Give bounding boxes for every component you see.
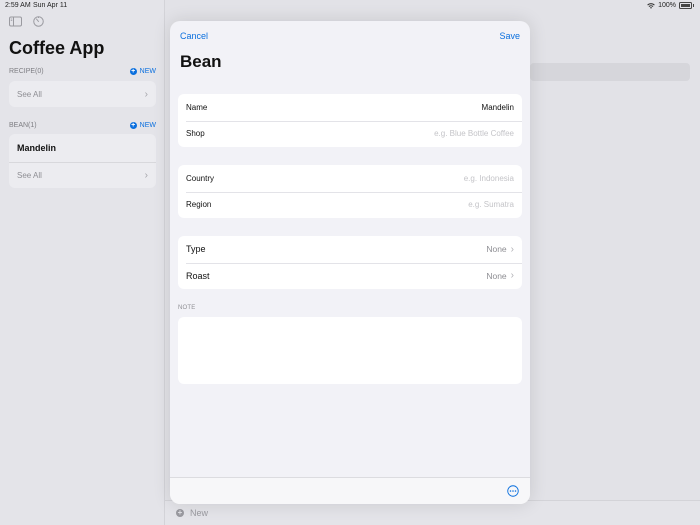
save-button[interactable]: Save	[499, 31, 520, 41]
status-time: 2:59 AM	[5, 2, 31, 9]
page-title: Bean	[180, 52, 222, 71]
sheet-toolbar	[170, 477, 530, 504]
sidebar-toggle-icon[interactable]	[9, 16, 22, 27]
recipe-see-all-label: See All	[17, 89, 42, 99]
region-row[interactable]: Region e.g. Sumatra	[178, 191, 522, 219]
note-textarea[interactable]	[178, 317, 522, 384]
timer-icon[interactable]	[32, 16, 45, 27]
battery-tip	[693, 4, 694, 7]
battery-percent: 100%	[658, 2, 676, 9]
recipe-section-title: RECIPE(0)	[9, 68, 44, 75]
region-label: Region	[186, 200, 212, 210]
country-label: Country	[186, 173, 215, 183]
new-bean-button[interactable]: + NEW	[129, 122, 156, 129]
bean-see-all-label: See All	[17, 171, 42, 180]
plus-circle-icon[interactable]: +	[176, 509, 184, 517]
region-field[interactable]: e.g. Sumatra	[468, 200, 514, 209]
sidebar-toolbar	[9, 16, 45, 27]
status-right: 100%	[647, 2, 694, 9]
name-field[interactable]: Mandelin	[482, 103, 514, 112]
shop-field[interactable]: e.g. Blue Bottle Coffee	[434, 129, 514, 138]
roast-row[interactable]: Roast None ›	[178, 262, 522, 290]
status-bar: 2:59 AM Sun Apr 11 100%	[0, 0, 700, 12]
chevron-right-icon: ›	[510, 270, 514, 282]
plus-circle-icon: +	[129, 68, 137, 75]
name-row[interactable]: Name Mandelin	[178, 94, 522, 121]
cancel-button[interactable]: Cancel	[180, 31, 208, 41]
bean-see-all[interactable]: See All ›	[9, 162, 156, 188]
app-title: Coffee App	[9, 38, 105, 58]
roast-value: None	[486, 270, 507, 281]
roast-label: Roast	[186, 270, 210, 281]
type-picker[interactable]: None ›	[486, 244, 514, 255]
detail-search-bar	[530, 63, 690, 81]
type-row[interactable]: Type None ›	[178, 236, 522, 263]
ellipsis-circle-icon[interactable]	[507, 485, 519, 497]
shop-label: Shop	[186, 129, 205, 139]
roast-picker[interactable]: None ›	[486, 270, 514, 281]
note-section-header: NOTE	[178, 305, 196, 311]
recipe-section-header: RECIPE(0) + NEW	[9, 68, 156, 75]
bean-card: Mandelin See All ›	[9, 134, 156, 188]
country-field[interactable]: e.g. Indonesia	[464, 174, 514, 183]
chevron-right-icon: ›	[144, 170, 148, 181]
bottom-new-label[interactable]: New	[190, 508, 208, 518]
battery-icon	[679, 2, 692, 9]
new-recipe-label: NEW	[139, 68, 156, 75]
new-bean-label: NEW	[139, 122, 156, 129]
list-item[interactable]: Mandelin	[9, 134, 156, 162]
type-label: Type	[186, 244, 206, 255]
bean-form-sheet: Cancel Save Bean Name Mandelin Shop e.g.…	[170, 21, 530, 504]
origin-group: Country e.g. Indonesia Region e.g. Sumat…	[178, 165, 522, 218]
bean-section-title: BEAN(1)	[9, 122, 37, 129]
chevron-right-icon: ›	[510, 243, 514, 255]
bean-item-label: Mandelin	[17, 143, 57, 153]
bean-section-header: BEAN(1) + NEW	[9, 122, 156, 129]
new-recipe-button[interactable]: + NEW	[129, 68, 156, 75]
recipe-card: See All ›	[9, 81, 156, 107]
country-row[interactable]: Country e.g. Indonesia	[178, 165, 522, 192]
shop-row[interactable]: Shop e.g. Blue Bottle Coffee	[178, 120, 522, 148]
name-shop-group: Name Mandelin Shop e.g. Blue Bottle Coff…	[178, 94, 522, 147]
wifi-icon	[647, 2, 655, 9]
type-value: None	[486, 244, 507, 255]
status-date: Sun Apr 11	[33, 2, 68, 9]
name-label: Name	[186, 102, 208, 112]
plus-circle-icon: +	[129, 122, 137, 129]
chevron-right-icon: ›	[144, 88, 148, 100]
sidebar: Coffee App RECIPE(0) + NEW See All › BEA…	[0, 0, 165, 525]
type-roast-group: Type None › Roast None ›	[178, 236, 522, 289]
recipe-see-all[interactable]: See All ›	[9, 81, 156, 107]
